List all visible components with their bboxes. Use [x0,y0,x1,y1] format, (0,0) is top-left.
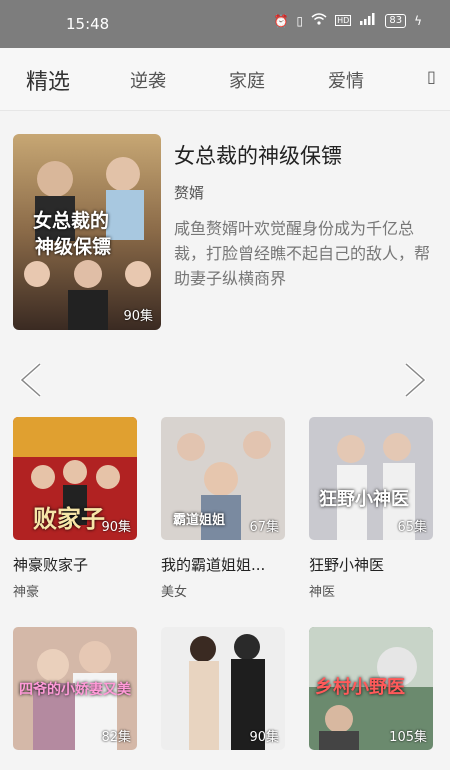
status-bar: 15:48 ⏰ ▯ HD 83 ϟ [0,0,450,48]
drama-cover: 乡村小野医 105集 [309,627,433,750]
drama-tag: 美女 [161,585,188,600]
drama-cover-title: 四爷的小娇妻又美 [19,682,131,698]
episode-count: 105集 [389,730,427,745]
drama-card[interactable]: 四爷的小娇妻又美 82集 [13,627,137,770]
drama-cover-title: 败家子 [33,504,105,533]
charging-icon: ϟ [414,13,422,28]
drama-cover: 败家子 90集 [13,417,137,540]
episode-count: 67集 [249,520,279,535]
drama-cover: 四爷的小娇妻又美 82集 [13,627,137,750]
drama-card[interactable]: 败家子 90集 神豪败家子 神豪 [13,417,137,600]
episode-count: 90集 [249,730,279,745]
category-tabs: 精选 逆袭 家庭 爱情 ▯ [0,48,450,111]
hd-icon: HD [335,15,352,26]
chevron-right-icon[interactable] [400,360,430,400]
drama-title: 神豪败家子 [13,556,89,574]
drama-tag: 神豪 [13,585,40,600]
episode-count: 82集 [101,730,131,745]
featured-description: 咸鱼赘婿叶欢觉醒身份成为千亿总裁，打脸曾经瞧不起自己的敌人，帮助妻子纵横商界 [174,219,431,288]
tab-featured[interactable]: 精选 [26,64,70,96]
drama-card[interactable]: 90集 [161,627,285,770]
status-time: 15:48 [66,15,110,33]
drama-cover-title: 乡村小野医 [315,677,405,698]
drama-tag: 神医 [309,585,336,600]
tab-next[interactable]: ▯ [427,67,436,86]
episode-count: 90集 [101,520,131,535]
signal-icon [359,13,377,28]
tab-family[interactable]: 家庭 [229,67,265,93]
chevron-left-icon[interactable] [16,360,46,400]
battery-icon: 83 [385,13,407,28]
alarm-icon: ⏰ [273,13,289,28]
featured-cover[interactable]: 女总裁的 神级保镖 90集 [13,134,161,330]
drama-title: 我的霸道姐姐... [161,556,266,574]
drama-cover-title: 狂野小神医 [319,489,409,510]
vibrate-icon: ▯ [296,13,304,28]
featured-cover-title-line1: 女总裁的 [33,210,110,232]
drama-card[interactable]: 霸道姐姐 67集 我的霸道姐姐... 美女 [161,417,285,600]
drama-card[interactable]: 狂野小神医 65集 狂野小神医 神医 [309,417,433,600]
drama-title: 狂野小神医 [309,556,385,574]
status-icons: ⏰ ▯ HD 83 ϟ [274,13,422,28]
featured-cover-title-line2: 神级保镖 [35,236,112,258]
wifi-icon [311,13,327,28]
featured-title[interactable]: 女总裁的神级保镖 [174,140,342,170]
episode-count: 65集 [397,520,427,535]
drama-cover: 狂野小神医 65集 [309,417,433,540]
featured-episode-count: 90集 [123,309,153,324]
tab-counterattack[interactable]: 逆袭 [130,67,166,93]
drama-card[interactable]: 乡村小野医 105集 [309,627,433,770]
drama-cover: 霸道姐姐 67集 [161,417,285,540]
drama-cover-title: 霸道姐姐 [173,513,226,528]
featured-author: 赘婿 [174,184,205,202]
drama-cover: 90集 [161,627,285,750]
tab-romance[interactable]: 爱情 [328,67,364,93]
